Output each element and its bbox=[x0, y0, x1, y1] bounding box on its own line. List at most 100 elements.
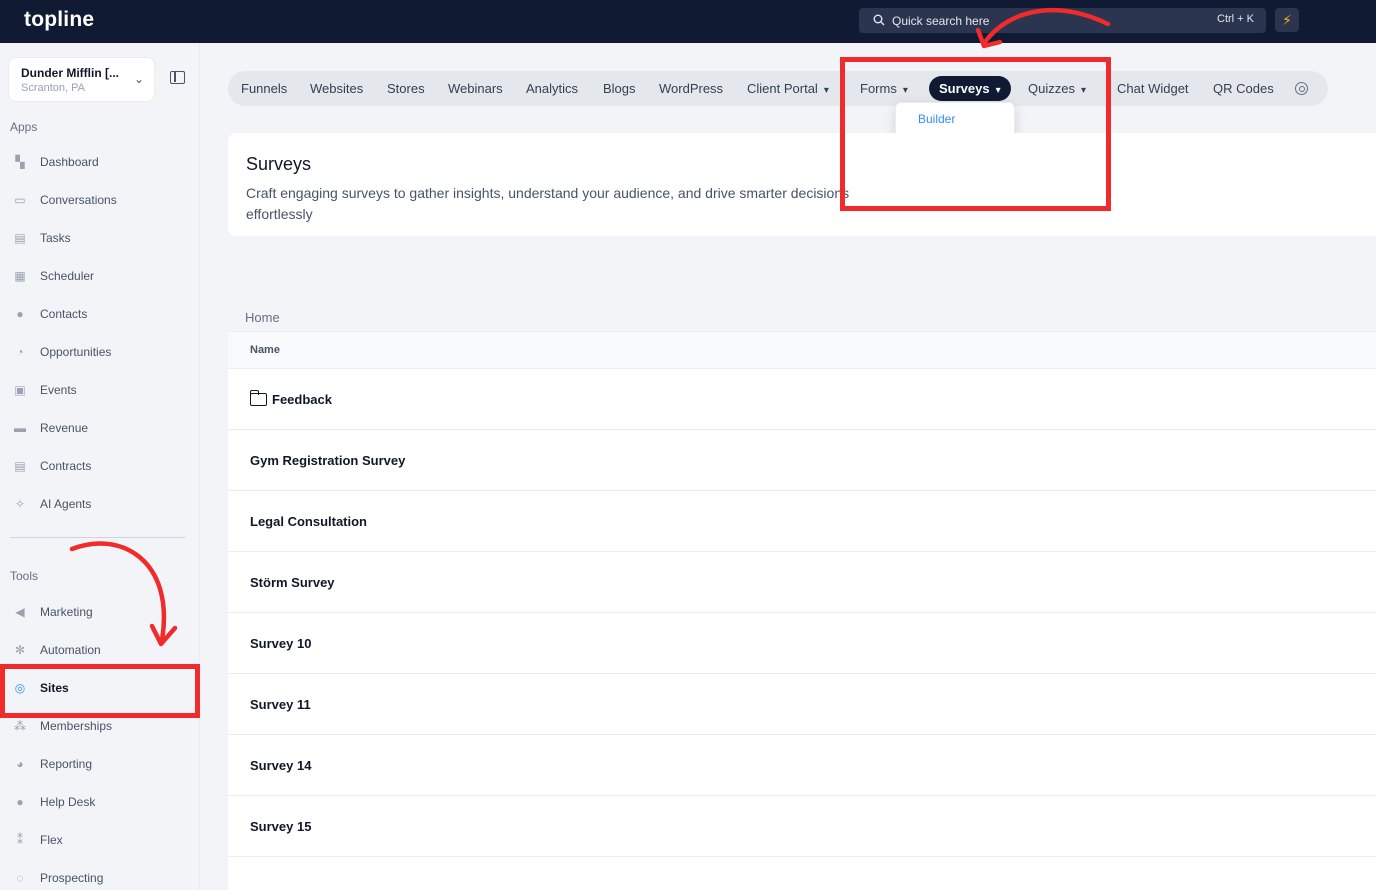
page-description: Craft engaging surveys to gather insight… bbox=[246, 185, 850, 222]
location-switcher[interactable]: Dunder Mifflin [... Scranton, PA ⌄ bbox=[8, 57, 155, 102]
document-icon: ▤ bbox=[14, 459, 26, 473]
sidebar-item-help-desk[interactable]: ● Help Desk bbox=[12, 790, 188, 814]
tab-webinars[interactable]: Webinars bbox=[448, 71, 503, 106]
sidebar-divider bbox=[10, 537, 185, 538]
app-logo[interactable]: topline bbox=[24, 8, 94, 32]
sidebar-item-events[interactable]: ▣ Events bbox=[12, 378, 188, 402]
target-icon: ◔ bbox=[16, 345, 24, 359]
tab-chat-widget[interactable]: Chat Widget bbox=[1117, 71, 1189, 106]
gear-icon[interactable] bbox=[1295, 82, 1308, 95]
person-icon: ● bbox=[16, 307, 24, 321]
sidebar-item-label: AI Agents bbox=[40, 497, 92, 511]
sidebar: Dunder Mifflin [... Scranton, PA ⌄ Apps … bbox=[0, 43, 200, 890]
row-name: Störm Survey bbox=[250, 574, 335, 590]
lightning-icon[interactable]: ⚡ bbox=[1275, 8, 1299, 32]
sidebar-item-dashboard[interactable]: ▚ Dashboard bbox=[12, 150, 188, 174]
sidebar-item-automation[interactable]: ✻ Automation bbox=[12, 638, 188, 662]
search-icon: ◌ bbox=[16, 871, 24, 885]
sidebar-item-label: Memberships bbox=[40, 719, 113, 733]
members-icon: ⁂ bbox=[14, 719, 26, 733]
sidebar-item-contacts[interactable]: ● Contacts bbox=[12, 302, 188, 326]
table-row[interactable]: Survey 10 bbox=[228, 613, 1376, 674]
tab-label: WordPress bbox=[659, 81, 724, 96]
tab-funnels[interactable]: Funnels bbox=[241, 71, 287, 106]
sidebar-item-ai-agents[interactable]: ✧ AI Agents bbox=[12, 492, 188, 516]
flex-icon: ⁑ bbox=[17, 833, 23, 847]
sidebar-item-label: Automation bbox=[40, 643, 101, 657]
tab-label: Stores bbox=[387, 81, 425, 96]
sidebar-item-marketing[interactable]: ◀ Marketing bbox=[12, 600, 188, 624]
sidebar-item-label: Events bbox=[40, 383, 77, 397]
sidebar-item-reporting[interactable]: ◕ Reporting bbox=[12, 752, 188, 776]
search-shortcut: Ctrl + K bbox=[1217, 13, 1254, 25]
sites-tab-bar: Funnels Websites Stores Webinars Analytics Bl… bbox=[228, 71, 1328, 106]
sidebar-item-label: Opportunities bbox=[40, 345, 112, 359]
table-header: Name bbox=[228, 332, 1376, 369]
sidebar-item-flex[interactable]: ⁑ Flex bbox=[12, 828, 188, 852]
tab-wordpress[interactable]: WordPress bbox=[659, 71, 723, 106]
sidebar-item-label: Dashboard bbox=[40, 155, 99, 169]
sidebar-item-revenue[interactable]: ▬ Revenue bbox=[12, 416, 188, 440]
row-name: Survey 14 bbox=[250, 757, 312, 773]
row-name: Survey 11 bbox=[250, 696, 311, 712]
table-row[interactable]: Survey 11 bbox=[228, 674, 1376, 735]
table-row[interactable]: Survey 15 bbox=[228, 796, 1376, 857]
sidebar-item-label: Conversations bbox=[40, 193, 117, 207]
sidebar-item-label: Tasks bbox=[40, 231, 71, 245]
row-name: Survey 15 bbox=[250, 818, 312, 834]
tab-label: Funnels bbox=[241, 81, 288, 96]
annotation-highlight-box bbox=[840, 57, 1111, 211]
row-name: Survey 10 bbox=[250, 635, 312, 651]
pie-icon: ◕ bbox=[16, 757, 24, 771]
surveys-table: Name Feedback Gym Registration Survey Lega… bbox=[228, 331, 1376, 890]
tab-stores[interactable]: Stores bbox=[387, 71, 425, 106]
sidebar-item-contracts[interactable]: ▤ Contracts bbox=[12, 454, 188, 478]
megaphone-icon: ◀ bbox=[15, 605, 25, 619]
column-header-name[interactable]: Name bbox=[250, 344, 280, 356]
tab-label: Client Portal bbox=[747, 81, 818, 96]
chat-icon: ▭ bbox=[14, 193, 26, 207]
sidebar-item-scheduler[interactable]: ▦ Scheduler bbox=[12, 264, 188, 288]
table-row[interactable]: Gym Registration Survey bbox=[228, 430, 1376, 491]
sidebar-item-tasks[interactable]: ▤ Tasks bbox=[12, 226, 188, 250]
folder-icon bbox=[249, 389, 267, 406]
sidebar-item-label: Marketing bbox=[40, 605, 93, 619]
top-bar: topline Quick search here Ctrl + K ⚡ bbox=[0, 0, 1376, 43]
tab-label: QR Codes bbox=[1213, 81, 1274, 96]
quick-search[interactable]: Quick search here Ctrl + K bbox=[859, 8, 1266, 33]
page-title: Surveys bbox=[246, 154, 312, 174]
tab-websites[interactable]: Websites bbox=[310, 71, 363, 106]
sidebar-item-opportunities[interactable]: ◔ Opportunities bbox=[12, 340, 188, 364]
sidebar-item-prospecting[interactable]: ◌ Prospecting bbox=[12, 866, 188, 890]
sidebar-item-label: Reporting bbox=[40, 757, 93, 771]
annotation-highlight-box bbox=[0, 664, 200, 718]
table-row[interactable]: Störm Survey bbox=[228, 552, 1376, 613]
events-icon: ▣ bbox=[14, 383, 26, 397]
table-row[interactable]: Legal Consultation bbox=[228, 491, 1376, 552]
tab-client-portal[interactable]: Client Portal ▾ bbox=[747, 71, 829, 106]
location-address: Scranton, PA bbox=[21, 82, 85, 94]
tab-label: Blogs bbox=[603, 81, 636, 96]
help-icon: ● bbox=[16, 795, 24, 809]
sidebar-item-label: Flex bbox=[40, 833, 63, 847]
tab-analytics[interactable]: Analytics bbox=[526, 71, 578, 106]
dashboard-icon: ▚ bbox=[15, 155, 25, 169]
breadcrumb[interactable]: Home bbox=[245, 310, 280, 325]
page-header: Surveys Craft engaging surveys to gather… bbox=[228, 133, 1376, 236]
chevron-down-icon: ⌄ bbox=[133, 72, 144, 86]
sidebar-collapse-icon[interactable] bbox=[170, 71, 185, 84]
tab-qr-codes[interactable]: QR Codes bbox=[1213, 71, 1274, 106]
tools-section-title: Tools bbox=[10, 569, 39, 583]
row-name: Gym Registration Survey bbox=[250, 452, 406, 468]
tab-blogs[interactable]: Blogs bbox=[603, 71, 636, 106]
sidebar-item-conversations[interactable]: ▭ Conversations bbox=[12, 188, 188, 212]
table-row[interactable]: Survey 14 bbox=[228, 735, 1376, 796]
tab-label: Chat Widget bbox=[1117, 81, 1189, 96]
search-placeholder: Quick search here bbox=[892, 14, 990, 28]
chevron-down-icon: ▾ bbox=[823, 85, 829, 96]
folder-row[interactable]: Feedback bbox=[228, 369, 1376, 430]
calendar-icon: ▦ bbox=[14, 269, 26, 283]
sidebar-item-label: Contracts bbox=[40, 459, 92, 473]
apps-section-title: Apps bbox=[10, 120, 38, 134]
row-name: Feedback bbox=[272, 391, 332, 407]
